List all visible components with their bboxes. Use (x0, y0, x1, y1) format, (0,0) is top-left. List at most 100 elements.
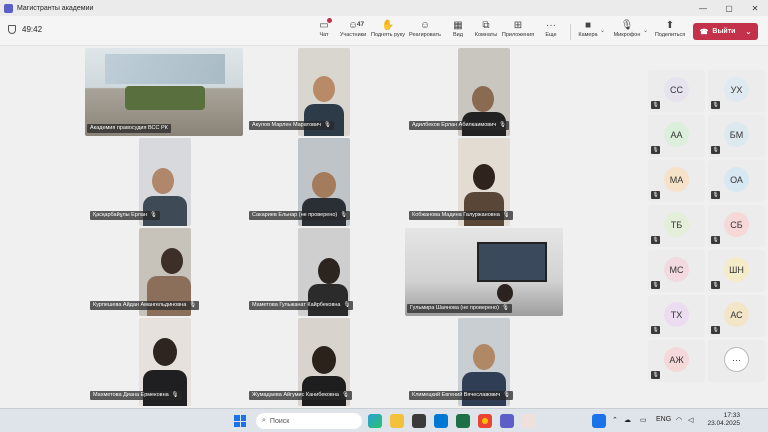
start-button[interactable] (234, 415, 246, 427)
maximize-button[interactable]: ▢ (716, 4, 742, 13)
video-tile[interactable]: Академия правосудия ВСС РК (85, 48, 243, 136)
mic-muted-icon: 🎙 (340, 212, 348, 218)
mic-muted-icon: 🎙 (711, 191, 720, 199)
paint-icon[interactable] (522, 414, 536, 428)
mic-muted-icon: 🎙 (651, 191, 660, 199)
mic-muted-icon: 🎙 (149, 212, 157, 218)
camera-icon: ■ (584, 20, 592, 31)
file-explorer-icon[interactable] (390, 414, 404, 428)
avatar: УХ (724, 77, 749, 102)
participant-name-label: Гульмира Шаянова (не проверено) 🎙 (407, 304, 512, 313)
rooms-icon: ⧉ (482, 20, 490, 31)
avatar: ··· (724, 347, 749, 372)
microphone-icon: 🎙 (620, 20, 634, 31)
taskbar-search[interactable]: ⌕ Поиск (256, 413, 362, 429)
participant-avatar-tile[interactable]: УХ 🎙 (708, 70, 765, 112)
minimize-button[interactable]: — (690, 4, 716, 13)
avatar: АС (724, 302, 749, 327)
wifi-icon[interactable]: ◠ (676, 416, 682, 424)
mic-muted-icon: 🎙 (711, 281, 720, 289)
participant-avatar-tile[interactable]: ТХ 🎙 (648, 295, 705, 337)
avatar: ОА (724, 167, 749, 192)
more-button[interactable]: ··· Еще (534, 19, 568, 45)
mic-muted-icon: 🎙 (501, 305, 509, 311)
chat-icon: ▭ (319, 18, 332, 32)
close-window-button[interactable]: ✕ (742, 4, 768, 13)
mic-muted-icon: 🎙 (651, 101, 660, 109)
avatar: МА (664, 167, 689, 192)
participant-head (497, 284, 513, 302)
chrome-icon[interactable] (478, 414, 492, 428)
cloud-icon[interactable]: ☁ (624, 416, 631, 424)
language-indicator[interactable]: ENG (656, 416, 671, 423)
participant-head (312, 172, 336, 198)
participant-avatar-tile[interactable]: ШН 🎙 (708, 250, 765, 292)
conference-table (125, 86, 205, 110)
more-participants-tile[interactable]: ··· (708, 340, 765, 382)
mic-muted-icon: 🎙 (499, 122, 507, 128)
participant-name-label: Жумадаева Айгумис Канибековна 🎙 (249, 391, 352, 400)
timer-text: 49:42 (22, 25, 43, 34)
camera-options-chevron-icon[interactable]: ⌄ (600, 27, 605, 34)
rooms-button[interactable]: ⧉ Комнаты (469, 19, 503, 45)
leave-button[interactable]: ☎ Выйти ⌄ (693, 23, 758, 40)
participant-name-label: Кобжанова Мадина Галуржановна 🎙 (409, 211, 513, 220)
apps-button[interactable]: ⊞ Приложения (501, 19, 535, 45)
participant-avatar-tile[interactable]: СС 🎙 (648, 70, 705, 112)
participant-head (161, 248, 183, 274)
teams-icon[interactable] (500, 414, 514, 428)
apps-icon: ⊞ (513, 20, 523, 31)
edge-icon[interactable] (368, 414, 382, 428)
mic-muted-icon: 🎙 (341, 392, 349, 398)
volume-icon[interactable]: ◁ (688, 416, 693, 424)
participant-name-label: Маметова Гульжанат Кайрбековна 🎙 (249, 301, 354, 310)
react-button[interactable]: ☺ Реагировать (408, 19, 442, 45)
participant-avatar-tile[interactable]: СБ 🎙 (708, 205, 765, 247)
mic-muted-icon: 🎙 (324, 122, 332, 128)
avatar: МС (664, 257, 689, 282)
microphone-options-chevron-icon[interactable]: ⌄ (643, 27, 648, 34)
participant-avatar-tile[interactable]: БМ 🎙 (708, 115, 765, 157)
mic-muted-icon: 🎙 (651, 371, 660, 379)
mic-muted-icon: 🎙 (711, 101, 720, 109)
usb-icon[interactable]: ▭ (640, 416, 647, 424)
participant-avatar-tile[interactable]: АС 🎙 (708, 295, 765, 337)
participant-avatar-tile[interactable]: АА 🎙 (648, 115, 705, 157)
unread-badge (326, 18, 332, 23)
meeting-timer: 49:42 (8, 25, 42, 34)
participant-name-label: Климецкий Евгений Вячеславович 🎙 (409, 391, 514, 400)
windows-logo-icon (234, 415, 240, 421)
participant-body (464, 192, 504, 226)
excel-icon[interactable] (456, 414, 470, 428)
video-tile[interactable]: Гульмира Шаянова (не проверено) 🎙 (405, 228, 563, 316)
microphone-tray-icon[interactable] (592, 414, 606, 428)
participants-button[interactable]: ☺ 47 Участники (336, 19, 370, 45)
avatar: ТХ (664, 302, 689, 327)
share-button[interactable]: ⬆ Поделиться (653, 19, 687, 45)
participant-name-label: Академия правосудия ВСС РК (87, 124, 171, 133)
window-title: Магистранты академии (17, 4, 94, 12)
participant-avatar-tile[interactable]: АЖ 🎙 (648, 340, 705, 382)
windows-taskbar: ⌕ Поиск ⌃ ☁ ▭ ENG ◠ ◁ 17:33 23.04.2025 (0, 408, 768, 432)
participant-avatar-tile[interactable]: ОА 🎙 (708, 160, 765, 202)
title-bar: Магистранты академии — ▢ ✕ (0, 0, 768, 16)
mail-icon[interactable] (434, 414, 448, 428)
participant-head (472, 86, 494, 112)
clock-date: 23.04.2025 (707, 420, 740, 427)
chevron-up-icon[interactable]: ⌃ (612, 416, 618, 424)
participant-body (304, 104, 344, 136)
system-clock[interactable]: 17:33 23.04.2025 (700, 412, 740, 428)
leave-options-chevron-icon[interactable]: ⌄ (745, 28, 751, 36)
participant-head (473, 164, 495, 190)
mic-muted-icon: 🎙 (343, 302, 351, 308)
react-icon: ☺ (419, 20, 431, 31)
raise-hand-button[interactable]: ✋ Поднять руку (371, 19, 405, 45)
teams-logo-icon (4, 3, 13, 13)
raise-hand-icon: ✋ (381, 20, 395, 31)
participant-avatar-tile[interactable]: ТБ 🎙 (648, 205, 705, 247)
app-icon[interactable] (412, 414, 426, 428)
avatar: СС (664, 77, 689, 102)
participant-avatar-tile[interactable]: МА 🎙 (648, 160, 705, 202)
microphone-button[interactable]: 🎙 Микрофон (610, 19, 644, 45)
participant-avatar-tile[interactable]: МС 🎙 (648, 250, 705, 292)
